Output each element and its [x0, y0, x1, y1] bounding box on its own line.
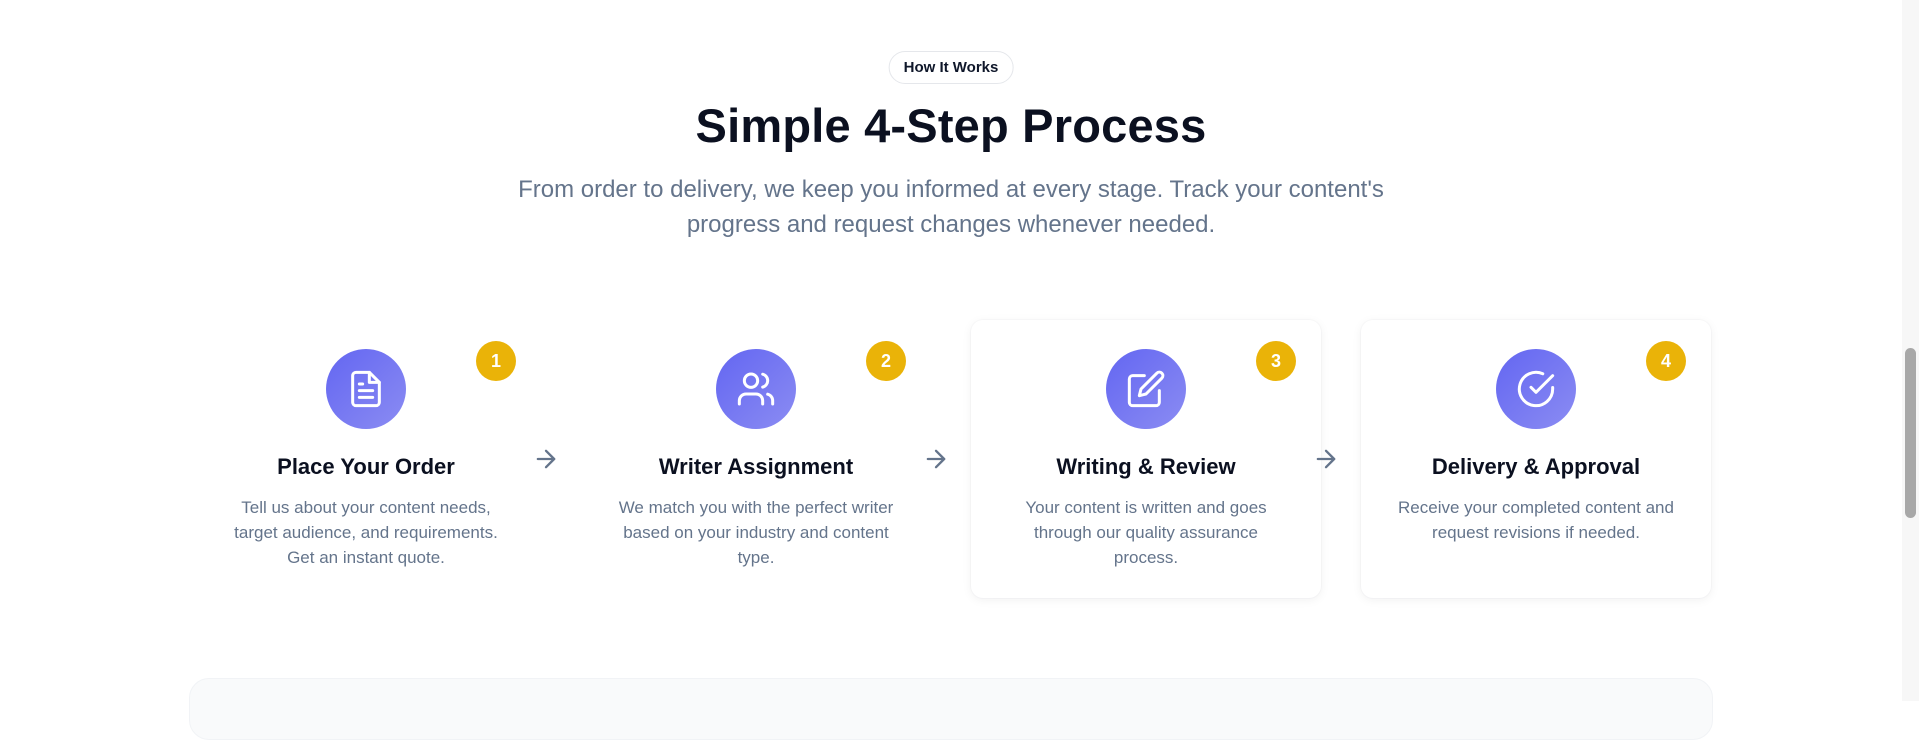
next-section-panel [189, 678, 1713, 740]
step-description: Tell us about your content needs, target… [234, 498, 498, 567]
step-title: Delivery & Approval [1431, 454, 1641, 479]
arrow-right-icon [922, 445, 950, 473]
users-icon [716, 349, 796, 429]
check-circle-icon [1496, 349, 1576, 429]
step-number-badge: 1 [476, 341, 516, 381]
step-description: We match you with the perfect writer bas… [618, 498, 894, 567]
page-scrollbar[interactable] [1902, 0, 1919, 701]
edit-icon [1106, 349, 1186, 429]
step-title: Place Your Order [277, 454, 455, 479]
section-title: Simple 4-Step Process [695, 99, 1207, 152]
steps-row: 1 Place Your Order Tell us about your co… [191, 320, 1711, 600]
step-card-3: 3 Writing & Review Your content is writt… [971, 320, 1321, 598]
section-subtitle: From order to delivery, we keep you info… [518, 176, 1384, 238]
step-description: Receive your completed content and reque… [1398, 498, 1674, 542]
step-title: Writer Assignment [658, 454, 854, 479]
arrow-right-icon [532, 445, 560, 473]
step-description: Your content is written and goes through… [1025, 498, 1267, 567]
section-pill-label: How It Works [888, 51, 1014, 84]
scrollbar-thumb[interactable] [1905, 348, 1916, 518]
step-number-badge: 2 [866, 341, 906, 381]
step-title: Writing & Review [1056, 454, 1236, 479]
arrow-right-icon [1312, 445, 1340, 473]
how-it-works-section: How It Works Simple 4-Step Process From … [0, 0, 1902, 740]
step-number-badge: 4 [1646, 341, 1686, 381]
step-card-4: 4 Delivery & Approval Receive your compl… [1361, 320, 1711, 598]
document-icon [326, 349, 406, 429]
step-number-badge: 3 [1256, 341, 1296, 381]
step-card-1: 1 Place Your Order Tell us about your co… [191, 320, 541, 598]
step-card-2: 2 Writer Assignment We match you with th… [581, 320, 931, 598]
